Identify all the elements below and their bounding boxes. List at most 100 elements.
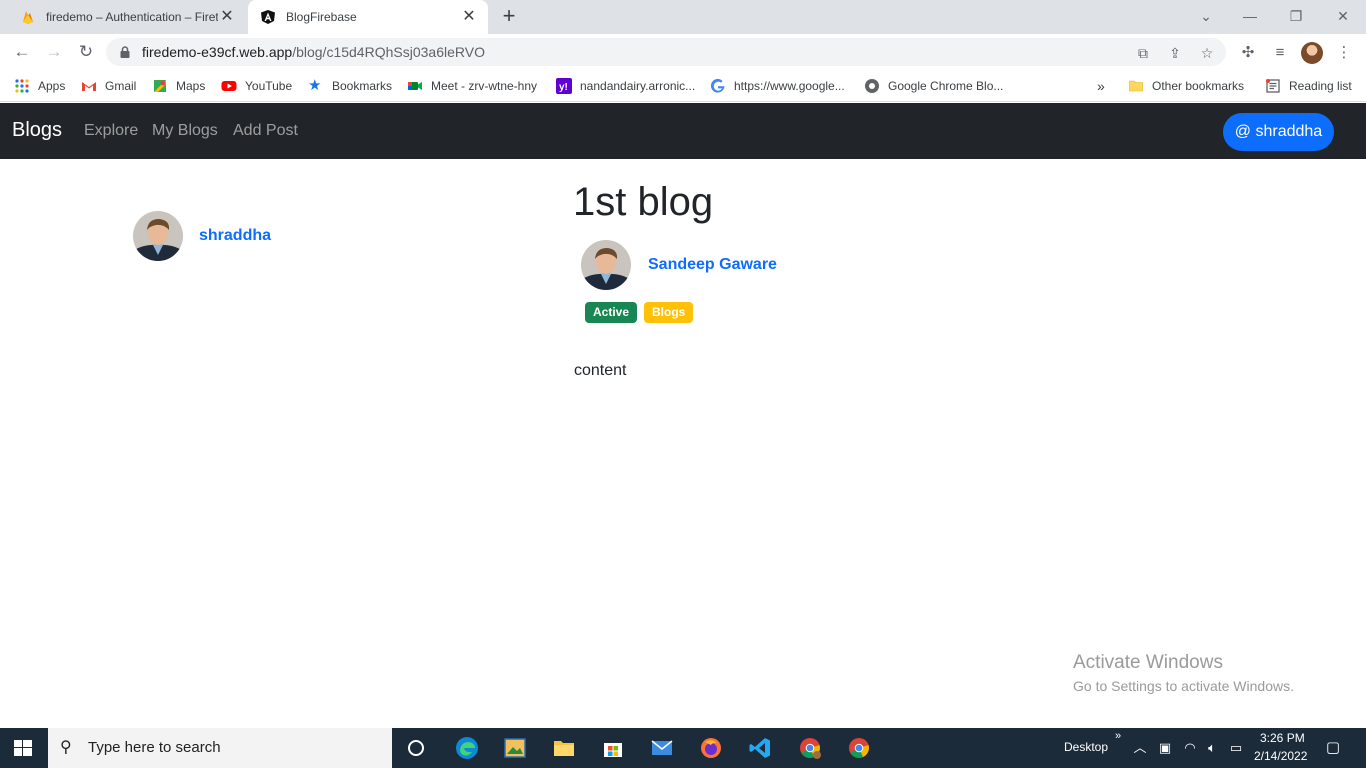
author-avatar[interactable] — [581, 240, 631, 290]
reload-button[interactable]: ↻ — [74, 40, 98, 64]
tab-title: firedemo – Authentication – Firet — [46, 10, 218, 24]
maps-icon — [154, 80, 166, 92]
bookmark-meet[interactable]: Meet - zrv-wtne-hny — [407, 76, 537, 96]
navbar-brand[interactable]: Blogs — [12, 119, 62, 142]
bookmark-google[interactable]: https://www.google... — [710, 76, 845, 96]
blog-content: content — [574, 362, 627, 379]
bookmark-label: Apps — [38, 79, 66, 93]
bookmark-other[interactable]: Other bookmarks — [1128, 76, 1244, 96]
apps-grid-icon — [15, 79, 29, 93]
back-button[interactable]: ← — [10, 40, 34, 64]
watermark-line2: Go to Settings to activate Windows. — [1073, 678, 1294, 694]
chrome-profile-icon[interactable] — [798, 736, 822, 760]
windows-start-icon[interactable] — [14, 740, 32, 756]
minimize-button[interactable]: — — [1236, 4, 1264, 28]
restore-button[interactable]: ❐ — [1282, 4, 1310, 28]
bookmark-nandandairy[interactable]: y! nandandairy.arronic... — [556, 76, 695, 96]
tab-firedemo[interactable]: firedemo – Authentication – Firet ✕ — [8, 0, 246, 34]
reading-list-icon — [1266, 79, 1280, 93]
sidebar-username-link[interactable]: shraddha — [199, 227, 271, 245]
extensions-icon[interactable]: ✣ — [1238, 43, 1258, 63]
nav-add-post[interactable]: Add Post — [233, 122, 298, 140]
translate-icon[interactable]: ⧉ — [1134, 44, 1152, 62]
notification-icon[interactable]: ▢ — [1325, 740, 1341, 756]
globe-icon — [865, 79, 879, 93]
lock-icon — [120, 46, 130, 58]
bookmark-label: https://www.google... — [734, 79, 845, 93]
bookmark-label: Maps — [176, 79, 206, 93]
nav-explore[interactable]: Explore — [84, 122, 138, 140]
bookmark-label: YouTube — [245, 79, 293, 93]
yahoo-icon: y! — [556, 78, 572, 94]
url-text: firedemo-e39cf.web.app/blog/c15d4RQhSsj0… — [142, 44, 485, 60]
clock-date[interactable]: 2/14/2022 — [1254, 749, 1307, 763]
bookmark-label: Bookmarks — [332, 79, 393, 93]
file-explorer-icon[interactable] — [552, 736, 576, 760]
sidebar-avatar[interactable] — [133, 211, 183, 261]
google-icon — [710, 78, 725, 93]
bookmark-gmail[interactable]: Gmail — [81, 76, 136, 96]
bookmark-label: nandandairy.arronic... — [580, 79, 696, 93]
microsoft-store-icon[interactable] — [601, 736, 625, 760]
desktop-toolbar-label[interactable]: Desktop — [1064, 740, 1108, 754]
person-avatar-icon — [133, 211, 183, 261]
watermark-line1: Activate Windows — [1073, 652, 1223, 673]
clock-time[interactable]: 3:26 PM — [1260, 731, 1305, 745]
battery-icon[interactable]: ▭ — [1228, 740, 1244, 756]
mail-icon[interactable] — [650, 736, 674, 760]
vscode-icon[interactable] — [748, 736, 772, 760]
bookmarks-bar: Apps Gmail Maps YouTube ★ Bookmarks Meet… — [0, 70, 1366, 102]
volume-icon[interactable]: 🔈︎ — [1204, 740, 1220, 756]
profile-avatar[interactable] — [1301, 42, 1323, 64]
browser-toolbar: ← → ↻ firedemo-e39cf.web.app/blog/c15d4R… — [0, 34, 1366, 70]
media-control-icon[interactable]: ≡ — [1270, 43, 1290, 63]
status-badge: Active — [585, 302, 638, 323]
search-placeholder: Type here to search — [88, 739, 221, 756]
wifi-icon[interactable]: ◠ — [1182, 740, 1198, 756]
address-bar[interactable]: firedemo-e39cf.web.app/blog/c15d4RQhSsj0… — [106, 38, 1226, 66]
bookmark-star-icon[interactable]: ☆ — [1198, 44, 1216, 62]
cortana-icon[interactable] — [404, 736, 428, 760]
category-badge: Blogs — [644, 302, 694, 323]
tab-close-icon[interactable]: ✕ — [460, 8, 478, 26]
bookmark-label: Meet - zrv-wtne-hny — [431, 79, 538, 93]
chrome-icon[interactable] — [847, 736, 871, 760]
bookmark-label: Reading list — [1289, 79, 1352, 93]
bookmark-maps[interactable]: Maps — [152, 76, 205, 96]
browser-tab-strip: firedemo – Authentication – Firet ✕ Blog… — [0, 0, 1366, 34]
author-name-link[interactable]: Sandeep Gaware — [648, 256, 777, 274]
nav-my-blogs[interactable]: My Blogs — [152, 122, 218, 140]
firebase-icon — [23, 11, 33, 24]
bookmark-label: Gmail — [105, 79, 137, 93]
more-bookmarks-chevron-icon[interactable]: » — [1097, 76, 1105, 96]
url-path: /blog/c15d4RQhSsj03a6leRVO — [292, 44, 485, 60]
bookmark-youtube[interactable]: YouTube — [221, 76, 292, 96]
close-window-button[interactable]: ✕ — [1329, 4, 1357, 28]
bookmark-chrome-blog[interactable]: Google Chrome Blo... — [864, 76, 1003, 96]
bookmark-apps[interactable]: Apps — [14, 76, 65, 96]
menu-kebab-icon[interactable]: ⋮ — [1334, 43, 1354, 63]
toolbar-expand-chevron-icon[interactable]: » — [1115, 730, 1121, 742]
tab-blogfirebase[interactable]: BlogFirebase ✕ — [248, 0, 488, 34]
edge-icon[interactable] — [455, 736, 479, 760]
meet-now-icon[interactable]: ▣ — [1157, 740, 1173, 756]
app-navbar: Blogs Explore My Blogs Add Post @ shradd… — [0, 103, 1366, 159]
tab-search-chevron-icon[interactable]: ⌄ — [1192, 4, 1220, 28]
folder-icon — [1129, 80, 1143, 92]
bookmark-label: Google Chrome Blo... — [888, 79, 1004, 93]
taskbar-search-input[interactable]: ⚲ Type here to search — [48, 728, 392, 768]
share-icon[interactable]: ⇪ — [1166, 44, 1184, 62]
photos-icon[interactable] — [503, 736, 527, 760]
bookmark-label: Other bookmarks — [1152, 79, 1245, 93]
tab-close-icon[interactable]: ✕ — [218, 8, 236, 26]
bookmark-bookmarks[interactable]: ★ Bookmarks — [308, 76, 392, 96]
show-hidden-icons-chevron-icon[interactable]: ︿ — [1132, 740, 1148, 756]
forward-button[interactable]: → — [42, 40, 66, 64]
firefox-icon[interactable] — [699, 736, 723, 760]
windows-taskbar: ⚲ Type here to search Desktop » ︿ ▣ ◠ 🔈︎… — [0, 728, 1366, 768]
person-avatar-icon — [581, 240, 631, 290]
google-meet-icon — [408, 82, 422, 90]
new-tab-button[interactable]: + — [498, 5, 520, 27]
reading-list[interactable]: Reading list — [1265, 76, 1352, 96]
user-profile-button[interactable]: @ shraddha — [1223, 113, 1334, 151]
